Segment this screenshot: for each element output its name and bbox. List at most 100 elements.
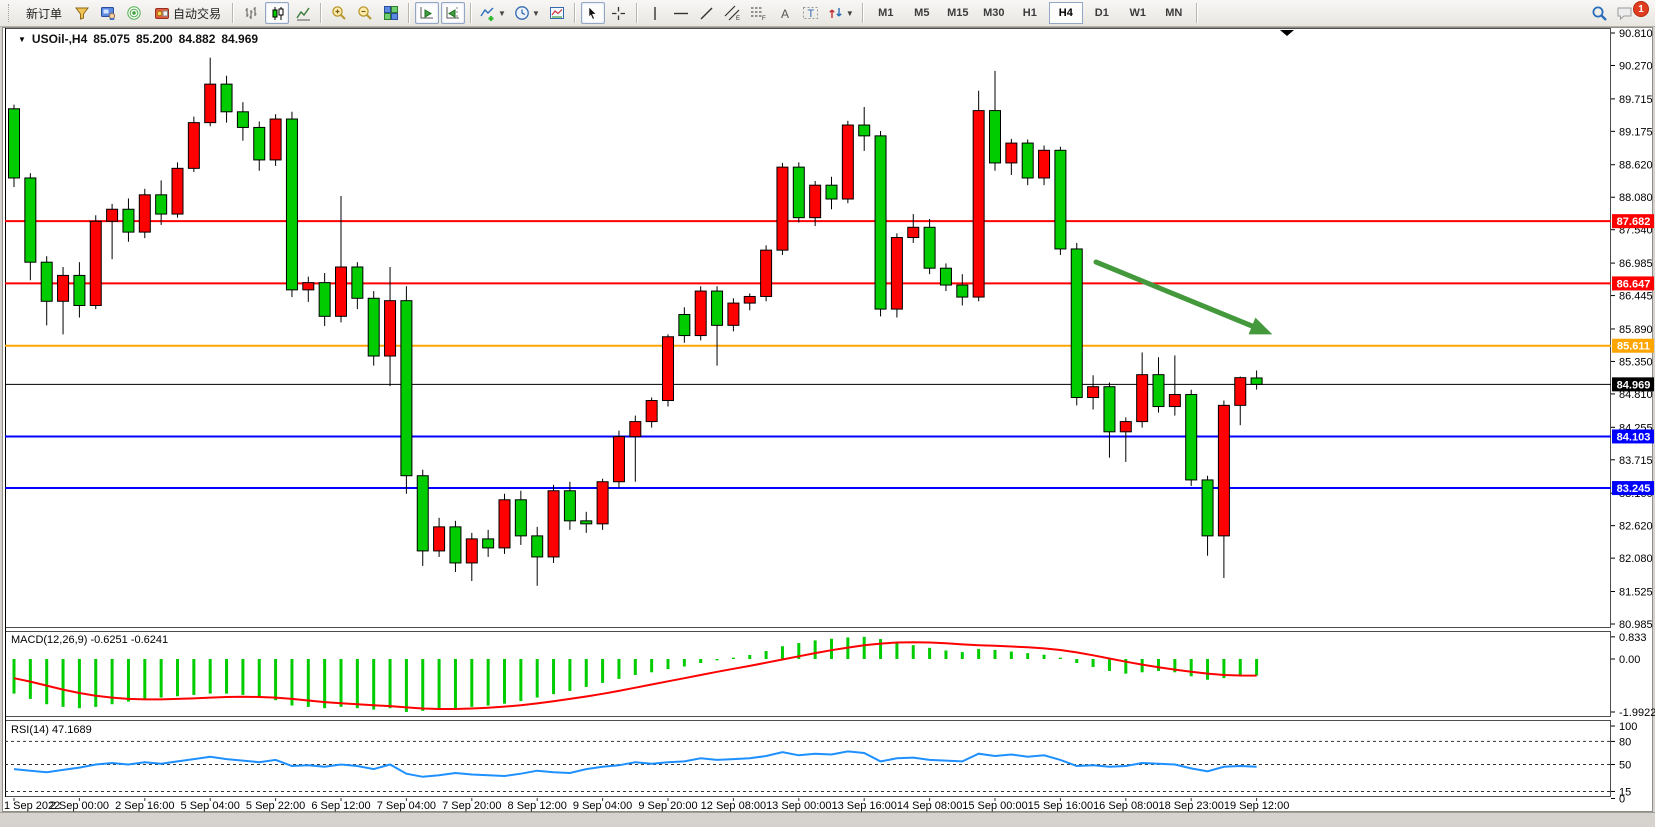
svg-text:83.715: 83.715 xyxy=(1619,455,1653,467)
trend-arrow-annotation[interactable] xyxy=(1096,262,1272,334)
svg-text:89.715: 89.715 xyxy=(1619,94,1653,106)
svg-text:6 Sep 12:00: 6 Sep 12:00 xyxy=(311,800,370,812)
tab-timeframe-m15[interactable]: M15 xyxy=(941,2,975,24)
svg-text:-1.9922: -1.9922 xyxy=(1619,707,1655,719)
indicators-button[interactable]: ▼ xyxy=(477,2,509,24)
vertical-line-icon[interactable] xyxy=(643,2,667,24)
arrows-icon xyxy=(828,5,844,21)
bar-chart-icon[interactable] xyxy=(239,2,263,24)
svg-text:15 Sep 16:00: 15 Sep 16:00 xyxy=(1028,800,1093,812)
rsi-indicator-label: RSI(14) 47.1689 xyxy=(11,724,92,736)
window-bottom-strip xyxy=(0,812,1655,827)
macd-plot: 0.8330.00-1.9922 xyxy=(14,632,1655,719)
notification-badge[interactable]: 1 xyxy=(1633,1,1649,17)
svg-text:9 Sep 20:00: 9 Sep 20:00 xyxy=(638,800,697,812)
tab-timeframe-m5[interactable]: M5 xyxy=(905,2,939,24)
svg-text:7 Sep 04:00: 7 Sep 04:00 xyxy=(377,800,436,812)
zoom-out-icon[interactable] xyxy=(353,2,377,24)
svg-text:90.270: 90.270 xyxy=(1619,60,1653,72)
collapse-triangle-icon[interactable]: ▼ xyxy=(18,35,26,44)
svg-text:81.525: 81.525 xyxy=(1619,587,1653,599)
svg-text:90.810: 90.810 xyxy=(1619,28,1653,40)
svg-text:2 Sep 16:00: 2 Sep 16:00 xyxy=(115,800,174,812)
auto-scroll-icon[interactable] xyxy=(415,2,439,24)
svg-text:16 Sep 08:00: 16 Sep 08:00 xyxy=(1093,800,1158,812)
separator xyxy=(1196,3,1198,23)
chevron-down-icon: ▼ xyxy=(532,9,540,18)
signals-icon[interactable] xyxy=(122,2,146,24)
tab-timeframe-m1[interactable]: M1 xyxy=(869,2,903,24)
svg-text:19 Sep 12:00: 19 Sep 12:00 xyxy=(1224,800,1289,812)
text-label-icon[interactable]: T xyxy=(799,2,823,24)
svg-text:89.175: 89.175 xyxy=(1619,126,1653,138)
templates-icon[interactable] xyxy=(545,2,569,24)
tile-windows-icon[interactable] xyxy=(379,2,403,24)
zoom-in-icon[interactable] xyxy=(327,2,351,24)
svg-text:50: 50 xyxy=(1619,760,1631,772)
candlestick-chart-icon[interactable] xyxy=(265,2,289,24)
time-axis[interactable]: 1 Sep 20222 Sep 00:002 Sep 16:005 Sep 04… xyxy=(4,798,1289,812)
channel-icon[interactable]: E xyxy=(721,2,745,24)
indicators-icon xyxy=(480,5,496,21)
separator xyxy=(408,3,410,23)
separator xyxy=(636,3,638,23)
tab-timeframe-h4[interactable]: H4 xyxy=(1049,2,1083,24)
search-icon[interactable] xyxy=(1587,2,1611,24)
arrows-button[interactable]: ▼ xyxy=(825,2,857,24)
svg-text:5 Sep 04:00: 5 Sep 04:00 xyxy=(181,800,240,812)
chevron-down-icon: ▼ xyxy=(498,9,506,18)
svg-text:E: E xyxy=(736,16,740,21)
svg-text:13 Sep 16:00: 13 Sep 16:00 xyxy=(831,800,896,812)
low-value: 84.882 xyxy=(179,32,216,46)
new-order-button[interactable]: 新订单 xyxy=(20,2,68,24)
chart-shift-marker[interactable] xyxy=(1280,30,1294,36)
timeframe-buttons: M1M5M15M30H1H4D1W1MN xyxy=(868,2,1192,24)
svg-text:5 Sep 22:00: 5 Sep 22:00 xyxy=(246,800,305,812)
tab-timeframe-w1[interactable]: W1 xyxy=(1121,2,1155,24)
svg-text:2 Sep 00:00: 2 Sep 00:00 xyxy=(50,800,109,812)
profile-icon[interactable] xyxy=(70,2,94,24)
svg-text:T: T xyxy=(808,8,815,20)
svg-text:0.833: 0.833 xyxy=(1619,632,1647,644)
tab-timeframe-m30[interactable]: M30 xyxy=(977,2,1011,24)
chart-canvas[interactable]: 0.8330.00-1.9922 1008050150 90.81090.270… xyxy=(0,0,1655,826)
horizontal-level-lines[interactable] xyxy=(5,221,1611,488)
candlesticks xyxy=(9,58,1263,586)
line-chart-icon[interactable] xyxy=(291,2,315,24)
toolbar-grip xyxy=(8,4,15,22)
open-value: 85.075 xyxy=(93,32,130,46)
symbol-timeframe: USOil-,H4 xyxy=(32,32,87,46)
chart-ohlc-header: ▼ USOil-,H4 85.075 85.200 84.882 84.969 xyxy=(15,32,261,46)
high-value: 85.200 xyxy=(136,32,173,46)
svg-text:83.245: 83.245 xyxy=(1617,483,1651,495)
separator xyxy=(862,3,864,23)
mt4-window: 新订单 xyxy=(0,0,1655,826)
market-watch-icon[interactable] xyxy=(96,2,120,24)
price-badges: 87.68286.64785.61184.96984.10383.245 xyxy=(1612,214,1654,495)
price-axis[interactable]: 90.81090.27089.71589.17588.62088.08087.5… xyxy=(1611,28,1653,631)
svg-text:86.647: 86.647 xyxy=(1617,278,1651,290)
trendline-icon[interactable] xyxy=(695,2,719,24)
svg-text:8 Sep 12:00: 8 Sep 12:00 xyxy=(508,800,567,812)
crosshair-icon[interactable] xyxy=(607,2,631,24)
auto-trading-button[interactable]: 自动交易 xyxy=(148,2,227,24)
svg-text:88.620: 88.620 xyxy=(1619,160,1653,172)
svg-text:0: 0 xyxy=(1619,794,1625,806)
panel-frames xyxy=(6,28,1611,797)
main-toolbar: 新订单 xyxy=(0,0,1655,27)
periods-clock-icon xyxy=(514,5,530,21)
svg-text:84.969: 84.969 xyxy=(1617,379,1651,391)
horizontal-line-icon[interactable] xyxy=(669,2,693,24)
fibonacci-icon[interactable]: F xyxy=(747,2,771,24)
chart-shift-icon[interactable] xyxy=(441,2,465,24)
periods-button[interactable]: ▼ xyxy=(511,2,543,24)
tab-timeframe-mn[interactable]: MN xyxy=(1157,2,1191,24)
text-icon[interactable]: A xyxy=(773,2,797,24)
cursor-icon[interactable] xyxy=(581,2,605,24)
separator xyxy=(470,3,472,23)
separator xyxy=(574,3,576,23)
tab-timeframe-d1[interactable]: D1 xyxy=(1085,2,1119,24)
svg-text:80: 80 xyxy=(1619,736,1631,748)
tab-timeframe-h1[interactable]: H1 xyxy=(1013,2,1047,24)
svg-text:13 Sep 00:00: 13 Sep 00:00 xyxy=(766,800,831,812)
